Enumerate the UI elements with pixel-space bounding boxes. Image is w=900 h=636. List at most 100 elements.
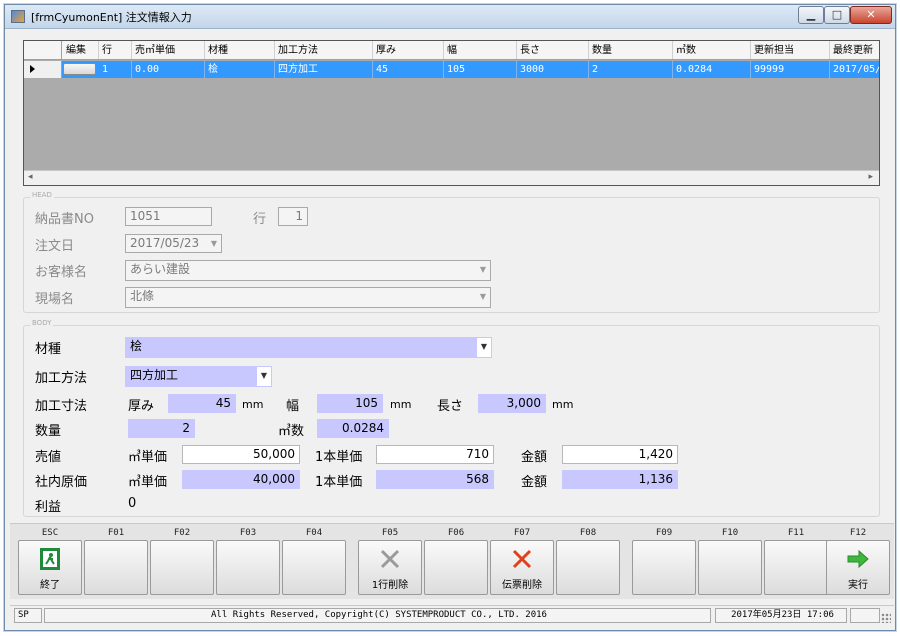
scroll-left-icon[interactable]: ◂	[28, 172, 33, 182]
grid-horizontal-scrollbar[interactable]: ◂ ▸	[24, 170, 879, 185]
grid-col-last-update[interactable]: 最終更新	[830, 41, 879, 59]
cell-last-update[interactable]: 2017/05/2	[830, 61, 879, 78]
site-label: 現場名	[35, 292, 75, 307]
fkey-label-f04: F04	[305, 528, 323, 538]
cell-thickness[interactable]: 45	[373, 61, 444, 78]
length-field[interactable]: 3,000	[478, 394, 546, 413]
chevron-down-icon[interactable]: ▼	[476, 288, 490, 307]
thickness-field[interactable]: 45	[168, 394, 236, 413]
cost-piece-price-field[interactable]: 568	[376, 470, 494, 489]
f11-button[interactable]	[764, 540, 828, 595]
f07-caption: 伝票削除	[502, 580, 542, 591]
width-field[interactable]: 105	[317, 394, 383, 413]
cost-m3-price-label: ㎥単価	[128, 475, 168, 490]
current-row-arrow-icon	[30, 65, 35, 73]
material-select[interactable]: 桧 ▼	[125, 337, 492, 358]
fkey-label-f03: F03	[239, 528, 257, 538]
f03-button[interactable]	[216, 540, 280, 595]
grid-col-qty[interactable]: 数量	[589, 41, 673, 59]
f05-delete-row-button[interactable]: 1行削除	[358, 540, 422, 595]
grid-col-edit[interactable]: 編集	[63, 41, 99, 59]
fkey-label-esc: ESC	[41, 528, 59, 538]
f10-button[interactable]	[698, 540, 762, 595]
f02-button[interactable]	[150, 540, 214, 595]
cost-amount-field[interactable]: 1,136	[562, 470, 678, 489]
grid-col-updater[interactable]: 更新担当	[751, 41, 830, 59]
width-label: 幅	[286, 399, 300, 414]
order-grid[interactable]: 編集 行 売㎥単価 材種 加工方法 厚み 幅 長さ 数量 ㎥数 更新担当 最終更…	[23, 40, 880, 186]
row-selector[interactable]	[24, 61, 62, 78]
volume-label: ㎥数	[278, 424, 305, 439]
chevron-down-icon[interactable]: ▼	[477, 338, 491, 357]
customer-select[interactable]: あらい建設 ▼	[125, 260, 491, 281]
cell-material[interactable]: 桧	[205, 61, 275, 78]
fkey-label-f06: F06	[447, 528, 465, 538]
grid-col-row[interactable]: 行	[99, 41, 132, 59]
volume-field[interactable]: 0.0284	[317, 419, 389, 438]
cell-row[interactable]: 1	[99, 61, 132, 78]
sell-m3-price-field[interactable]: 50,000	[182, 445, 300, 464]
minimize-button[interactable]: ▁	[798, 6, 824, 24]
cell-width[interactable]: 105	[444, 61, 517, 78]
process-label: 加工方法	[35, 371, 88, 386]
thickness-unit: mm	[242, 398, 264, 411]
chevron-down-icon[interactable]: ▼	[257, 367, 271, 386]
f08-button[interactable]	[556, 540, 620, 595]
grid-header: 編集 行 売㎥単価 材種 加工方法 厚み 幅 長さ 数量 ㎥数 更新担当 最終更…	[24, 41, 879, 60]
status-datetime: 2017年05月23日 17:06	[715, 608, 847, 623]
scroll-right-icon[interactable]: ▸	[868, 172, 873, 182]
grid-col-process[interactable]: 加工方法	[275, 41, 373, 59]
grid-col-length[interactable]: 長さ	[517, 41, 589, 59]
grid-col-volume[interactable]: ㎥数	[673, 41, 751, 59]
f01-button[interactable]	[84, 540, 148, 595]
grid-col-material[interactable]: 材種	[205, 41, 275, 59]
grid-col-thickness[interactable]: 厚み	[373, 41, 444, 59]
grid-corner	[24, 41, 62, 59]
row-edit-button[interactable]	[63, 63, 96, 75]
cell-updater[interactable]: 99999	[751, 61, 830, 78]
site-select[interactable]: 北條 ▼	[125, 287, 491, 308]
sell-amount-label: 金額	[521, 450, 548, 465]
cost-label: 社内原価	[35, 475, 88, 490]
delivery-no-field[interactable]: 1051	[125, 207, 212, 226]
order-date-picker[interactable]: 2017/05/23 ▼	[125, 234, 222, 253]
cell-unit-price[interactable]: 0.00	[132, 61, 205, 78]
material-value: 桧	[130, 339, 143, 353]
site-value: 北條	[130, 289, 155, 303]
line-field[interactable]: 1	[278, 207, 308, 226]
title-bar[interactable]: [frmCyumonEnt] 注文情報入力 ▁ □ ✕	[5, 5, 895, 29]
esc-caption: 終了	[40, 580, 60, 591]
chevron-down-icon[interactable]: ▼	[207, 235, 221, 252]
function-key-bar: ESC F01 F02 F03 F04 F05 F06 F07 F08 F09 …	[10, 523, 894, 599]
delete-row-icon	[359, 547, 421, 571]
f06-button[interactable]	[424, 540, 488, 595]
fkey-label-f01: F01	[107, 528, 125, 538]
grid-col-unit-price[interactable]: 売㎥単価	[132, 41, 205, 59]
resize-grip-icon[interactable]	[881, 613, 891, 623]
cell-length[interactable]: 3000	[517, 61, 589, 78]
cost-m3-price-field[interactable]: 40,000	[182, 470, 300, 489]
chevron-down-icon[interactable]: ▼	[476, 261, 490, 280]
maximize-button[interactable]: □	[824, 6, 850, 24]
table-row[interactable]: 1 0.00 桧 四方加工 45 105 3000 2 0.0284 99999…	[24, 61, 879, 78]
grid-col-width[interactable]: 幅	[444, 41, 517, 59]
dimension-label: 加工寸法	[35, 399, 88, 414]
cell-volume[interactable]: 0.0284	[673, 61, 751, 78]
f12-caption: 実行	[848, 580, 868, 591]
f07-delete-slip-button[interactable]: 伝票削除	[490, 540, 554, 595]
process-select[interactable]: 四方加工 ▼	[125, 366, 272, 387]
f04-button[interactable]	[282, 540, 346, 595]
cell-qty[interactable]: 2	[589, 61, 673, 78]
status-bar: SP All Rights Reserved, Copyright(C) SYS…	[10, 605, 894, 625]
f12-execute-button[interactable]: 実行	[826, 540, 890, 595]
close-button[interactable]: ✕	[850, 6, 892, 24]
esc-exit-button[interactable]: 終了	[18, 540, 82, 595]
material-label: 材種	[35, 342, 62, 357]
cost-piece-price-label: 1本単価	[315, 475, 363, 490]
delete-slip-icon	[491, 547, 553, 571]
sell-amount-field[interactable]: 1,420	[562, 445, 678, 464]
f09-button[interactable]	[632, 540, 696, 595]
sell-piece-price-field[interactable]: 710	[376, 445, 494, 464]
cell-process[interactable]: 四方加工	[275, 61, 373, 78]
qty-field[interactable]: 2	[128, 419, 195, 438]
